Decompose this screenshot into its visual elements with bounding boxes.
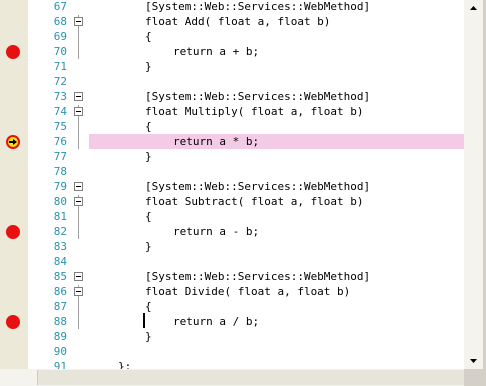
code-line[interactable]: 81 { [0,209,464,224]
code-text: [System::Web::Services::WebMethod] [145,270,371,283]
code-line[interactable]: 72 [0,74,464,89]
line-number: 83 [53,240,67,253]
line-number: 90 [53,345,67,358]
vertical-scrollbar[interactable] [464,0,483,369]
code-line[interactable]: 69 { [0,29,464,44]
code-text: float Multiply( float a, float b) [145,105,364,118]
line-number: 88 [53,315,67,328]
code-line[interactable]: 89} [0,329,464,344]
code-line[interactable]: 79 [System::Web::Services::WebMethod] [0,179,464,194]
code-line[interactable]: 75 { [0,119,464,134]
code-line[interactable]: 88 return a / b; [0,314,464,329]
line-number: 67 [53,0,67,13]
collapse-region-icon[interactable] [74,107,83,116]
code-line[interactable]: 91}; [0,359,464,369]
code-text: { [145,120,152,133]
collapse-region-icon[interactable] [74,272,83,281]
text-caret [143,313,145,328]
line-number: 80 [53,195,67,208]
line-number: 73 [53,90,67,103]
code-line[interactable]: 74 float Multiply( float a, float b) [0,104,464,119]
line-number: 69 [53,30,67,43]
code-line[interactable]: 67 [System::Web::Services::WebMethod] [0,0,464,14]
code-line[interactable]: 82 return a - b; [0,224,464,239]
collapse-region-icon[interactable] [74,92,83,101]
code-line[interactable]: 68 float Add( float a, float b) [0,14,464,29]
line-number: 82 [53,225,67,238]
code-line[interactable]: 70 return a + b; [0,44,464,59]
breakpoint-icon[interactable] [6,225,20,239]
code-text: return a / b; [173,315,260,328]
code-line[interactable]: 76 return a * b; [0,134,464,149]
code-line[interactable]: 78 [0,164,464,179]
line-number: 71 [53,60,67,73]
line-number: 84 [53,255,67,268]
collapse-region-icon[interactable] [74,17,83,26]
horizontal-scrollbar[interactable] [0,369,465,386]
line-number: 85 [53,270,67,283]
code-text: } [145,60,152,73]
line-number: 74 [53,105,67,118]
code-text: float Subtract( float a, float b) [145,195,364,208]
code-text: [System::Web::Services::WebMethod] [145,0,371,13]
current-statement-arrow-icon[interactable] [6,135,20,149]
scroll-down-button[interactable] [464,352,483,369]
code-text: } [145,150,152,163]
line-number: 87 [53,300,67,313]
code-text: float Divide( float a, float b) [145,285,351,298]
code-text: } [145,330,152,343]
code-line[interactable]: 90 [0,344,464,359]
code-line[interactable]: 85 [System::Web::Services::WebMethod] [0,269,464,284]
code-text: return a + b; [173,45,260,58]
line-number: 76 [53,135,67,148]
code-line[interactable]: 83} [0,239,464,254]
scroll-up-button[interactable] [464,0,483,17]
code-line[interactable]: 80 float Subtract( float a, float b) [0,194,464,209]
code-line[interactable]: 86 float Divide( float a, float b) [0,284,464,299]
line-number: 78 [53,165,67,178]
line-number: 70 [53,45,67,58]
line-number: 89 [53,330,67,343]
code-text: [System::Web::Services::WebMethod] [145,90,371,103]
code-line[interactable]: 84 [0,254,464,269]
code-text: return a * b; [173,135,260,148]
code-text: } [145,240,152,253]
line-number: 72 [53,75,67,88]
code-line[interactable]: 87 { [0,299,464,314]
line-number: 79 [53,180,67,193]
collapse-region-icon[interactable] [74,182,83,191]
code-text: }; [118,360,132,369]
code-text: float Add( float a, float b) [145,15,331,28]
code-text: { [145,300,152,313]
code-editor[interactable]: 67 [System::Web::Services::WebMethod] 68 fl… [0,0,464,369]
code-text: { [145,210,152,223]
scrollbar-corner [464,369,483,386]
horizontal-scroll-thumb[interactable] [37,370,465,385]
collapse-region-icon[interactable] [74,287,83,296]
line-number: 68 [53,15,67,28]
collapse-region-icon[interactable] [74,197,83,206]
line-number: 81 [53,210,67,223]
code-line[interactable]: 71} [0,59,464,74]
code-line[interactable]: 73 [System::Web::Services::WebMethod] [0,89,464,104]
breakpoint-icon[interactable] [6,315,20,329]
breakpoint-icon[interactable] [6,45,20,59]
code-text: return a - b; [173,225,260,238]
line-number: 91 [53,360,67,369]
line-number: 86 [53,285,67,298]
line-number: 75 [53,120,67,133]
code-text: { [145,30,152,43]
code-line[interactable]: 77} [0,149,464,164]
line-number: 77 [53,150,67,163]
code-text: [System::Web::Services::WebMethod] [145,180,371,193]
